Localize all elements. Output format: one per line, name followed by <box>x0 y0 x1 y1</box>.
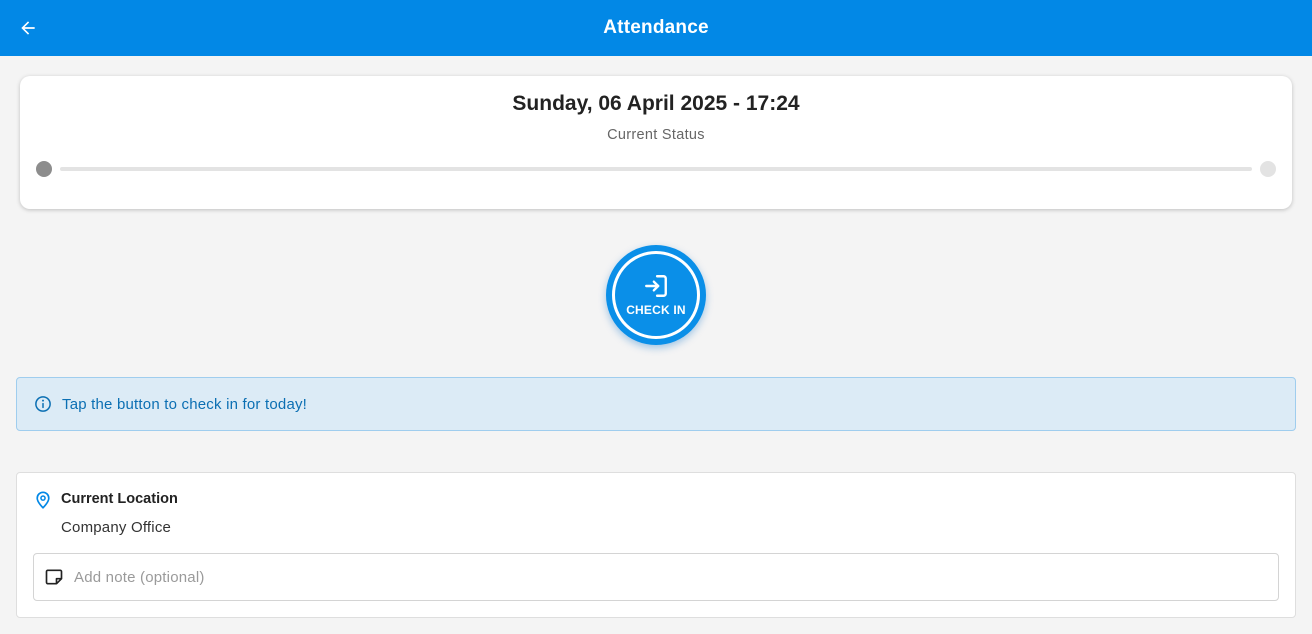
status-end-dot <box>1260 161 1276 177</box>
location-card: Current Location Company Office <box>16 472 1296 618</box>
app-bar: Attendance <box>0 0 1312 56</box>
check-in-button-inner: CHECK IN <box>612 251 700 339</box>
status-start-dot <box>36 161 52 177</box>
note-field[interactable] <box>33 553 1279 601</box>
map-pin-icon <box>36 491 50 509</box>
check-in-label: CHECK IN <box>626 303 686 317</box>
check-in-button[interactable]: CHECK IN <box>606 245 706 345</box>
back-button[interactable] <box>14 14 42 42</box>
location-value: Company Office <box>61 519 172 536</box>
info-icon <box>35 396 51 412</box>
current-status-label: Current Status <box>607 127 705 143</box>
status-card: Sunday, 06 April 2025 - 17:24 Current St… <box>20 76 1292 209</box>
login-icon <box>645 275 667 297</box>
current-date-time: Sunday, 06 April 2025 - 17:24 <box>512 92 800 115</box>
info-banner: Tap the button to check in for today! <box>16 377 1296 431</box>
location-title: Current Location <box>61 491 178 507</box>
info-banner-text: Tap the button to check in for today! <box>62 395 308 413</box>
note-input[interactable] <box>74 568 1254 586</box>
arrow-left-icon <box>21 21 35 35</box>
page-title: Attendance <box>603 17 709 38</box>
note-icon <box>45 569 63 585</box>
status-progress-track <box>60 167 1252 171</box>
